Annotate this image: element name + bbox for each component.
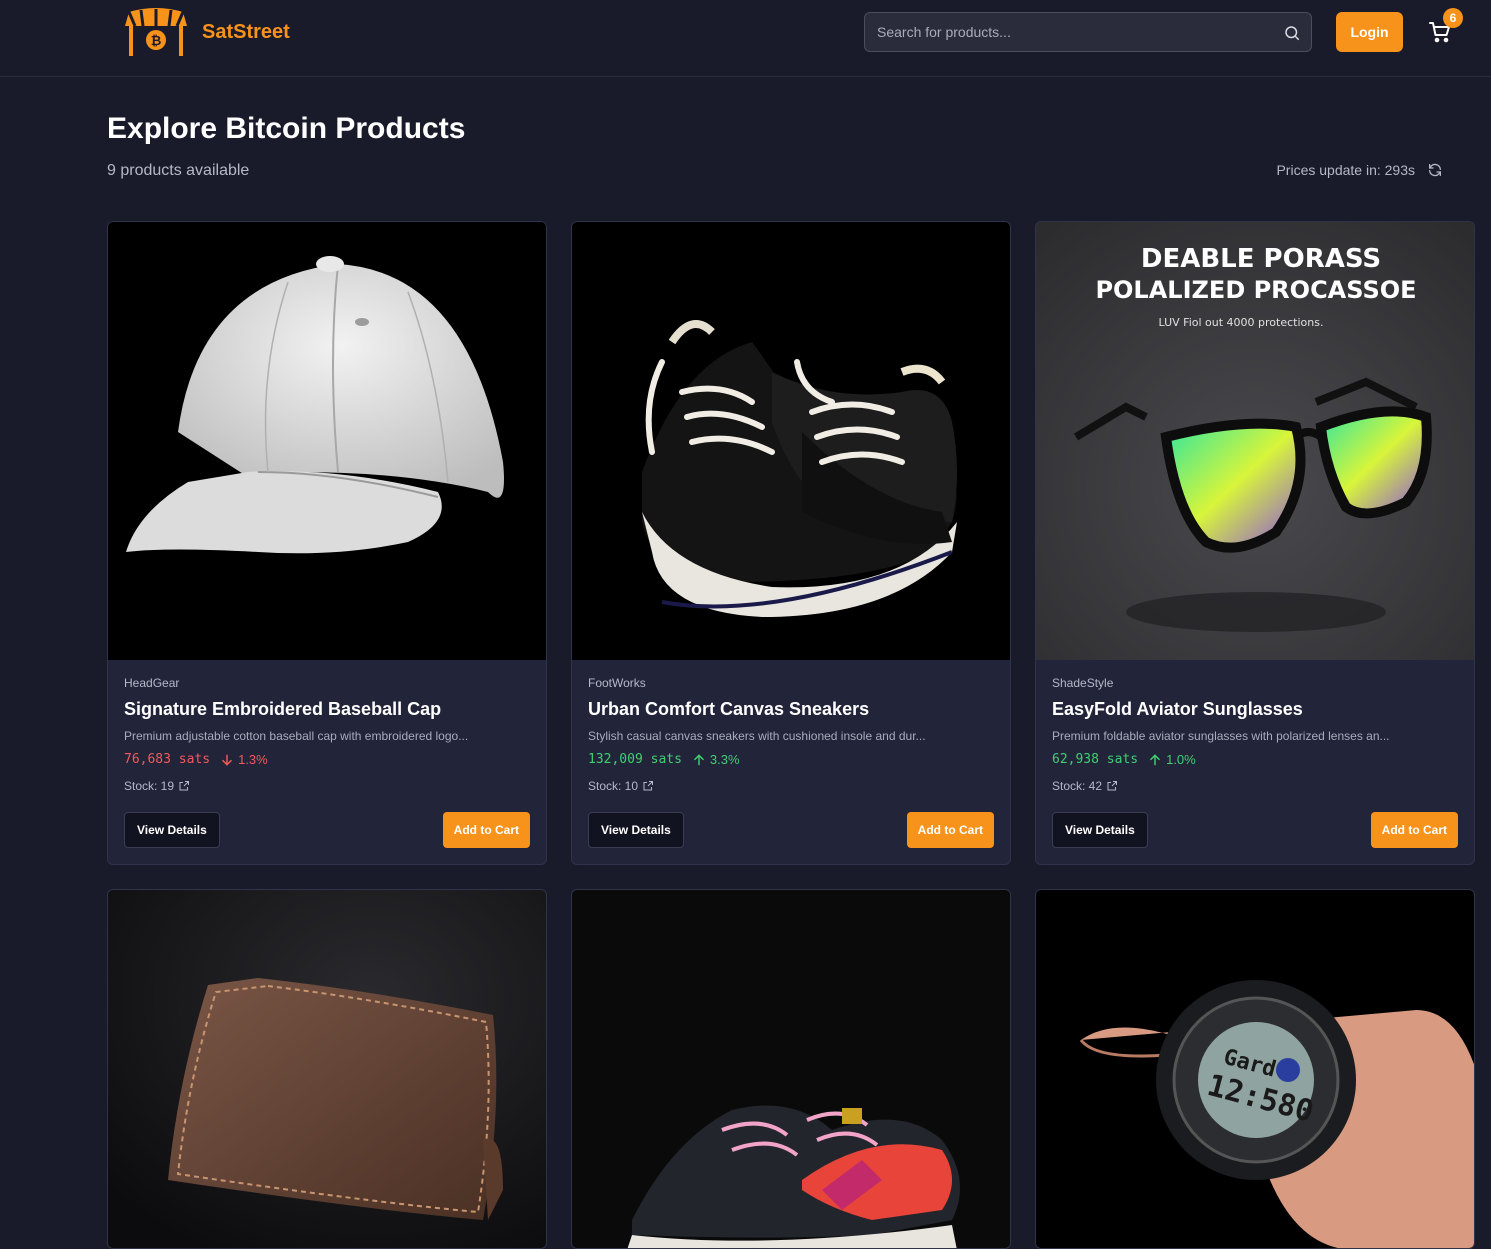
product-card[interactable] — [107, 889, 547, 1249]
price-change: 1.3% — [220, 752, 268, 767]
product-image-sunglasses[interactable]: DEABLE PORASS POLALIZED PROCASSOE LUV Fi… — [1036, 222, 1474, 660]
price-update-timer: Prices update in: 293s — [1276, 162, 1443, 178]
product-price: 62,938 sats — [1052, 752, 1139, 767]
search-bar[interactable] — [864, 12, 1312, 52]
product-description: Premium foldable aviator sunglasses with… — [1052, 729, 1390, 743]
product-image-sneakers[interactable] — [572, 222, 1010, 660]
stock-label: Stock: 19 — [124, 779, 175, 793]
search-icon[interactable] — [1283, 24, 1301, 42]
external-link-icon[interactable] — [642, 780, 654, 792]
view-details-button[interactable]: View Details — [124, 812, 220, 848]
product-description: Stylish casual canvas sneakers with cush… — [588, 729, 926, 743]
external-link-icon[interactable] — [178, 780, 190, 792]
image-text-line2: POLALIZED PROCASSOE — [1095, 276, 1416, 304]
add-to-cart-button[interactable]: Add to Cart — [906, 812, 994, 848]
product-brand: ShadeStyle — [1052, 676, 1114, 690]
product-price: 132,009 sats — [588, 752, 682, 767]
image-text-line1: DEABLE PORASS — [1141, 244, 1381, 274]
add-to-cart-button[interactable]: Add to Cart — [442, 812, 530, 848]
search-input[interactable] — [865, 13, 1311, 51]
external-link-icon[interactable] — [1106, 780, 1118, 792]
arrow-up-icon — [694, 753, 704, 765]
stock-info: Stock: 42 — [1052, 779, 1458, 793]
product-card[interactable]: FootWorks Urban Comfort Canvas Sneakers … — [571, 221, 1011, 865]
price-row: 132,009 sats 3.3% — [588, 752, 994, 767]
add-to-cart-button[interactable]: Add to Cart — [1370, 812, 1458, 848]
stock-label: Stock: 10 — [588, 779, 639, 793]
product-description: Premium adjustable cotton baseball cap w… — [124, 729, 469, 743]
card-actions: View Details Add to Cart — [124, 812, 530, 848]
product-image-wallet[interactable] — [108, 890, 546, 1248]
price-update-label: Prices update in: 293s — [1276, 162, 1415, 178]
arrow-up-icon — [1150, 753, 1160, 765]
product-price: 76,683 sats — [124, 752, 211, 767]
product-image-cap[interactable] — [108, 222, 546, 660]
view-details-button[interactable]: View Details — [1052, 812, 1148, 848]
product-brand: FootWorks — [588, 676, 646, 690]
stock-label: Stock: 42 — [1052, 779, 1103, 793]
refresh-icon[interactable] — [1427, 162, 1443, 178]
view-details-button[interactable]: View Details — [588, 812, 684, 848]
price-change-value: 1.0% — [1166, 752, 1196, 767]
image-text-line3: LUV Fiol out 4000 protections. — [1159, 316, 1324, 329]
stock-info: Stock: 19 — [124, 779, 530, 793]
product-card[interactable]: DEABLE PORASS POLALIZED PROCASSOE LUV Fi… — [1035, 221, 1475, 865]
top-navbar: ₿ SatStreet Login 6 — [0, 0, 1491, 77]
login-button[interactable]: Login — [1336, 12, 1403, 52]
storefront-logo-icon[interactable]: ₿ — [125, 8, 187, 58]
product-card[interactable]: HeadGear Signature Embroidered Baseball … — [107, 221, 547, 865]
brand-name[interactable]: SatStreet — [202, 21, 290, 44]
arrow-down-icon — [222, 754, 232, 766]
product-brand: HeadGear — [124, 676, 180, 690]
stock-info: Stock: 10 — [588, 779, 994, 793]
price-row: 76,683 sats 1.3% — [124, 752, 530, 767]
price-change: 3.3% — [692, 752, 740, 767]
svg-text:₿: ₿ — [151, 34, 162, 49]
product-count: 9 products available — [107, 162, 250, 179]
price-change-value: 3.3% — [709, 752, 740, 767]
product-name[interactable]: Signature Embroidered Baseball Cap — [124, 699, 530, 720]
card-actions: View Details Add to Cart — [1052, 812, 1458, 848]
product-name[interactable]: EasyFold Aviator Sunglasses — [1052, 699, 1458, 720]
product-image-running-shoes[interactable] — [572, 890, 1010, 1248]
price-change: 1.0% — [1148, 752, 1196, 767]
card-actions: View Details Add to Cart — [588, 812, 994, 848]
page-title: Explore Bitcoin Products — [107, 112, 466, 145]
product-card[interactable] — [571, 889, 1011, 1249]
product-image-watch[interactable]: Gard 12:580 — [1036, 890, 1474, 1248]
price-row: 62,938 sats 1.0% — [1052, 752, 1458, 767]
product-name[interactable]: Urban Comfort Canvas Sneakers — [588, 699, 994, 720]
product-card[interactable]: Gard 12:580 — [1035, 889, 1475, 1249]
price-change-value: 1.3% — [238, 752, 268, 767]
cart-count-badge: 6 — [1443, 8, 1463, 28]
